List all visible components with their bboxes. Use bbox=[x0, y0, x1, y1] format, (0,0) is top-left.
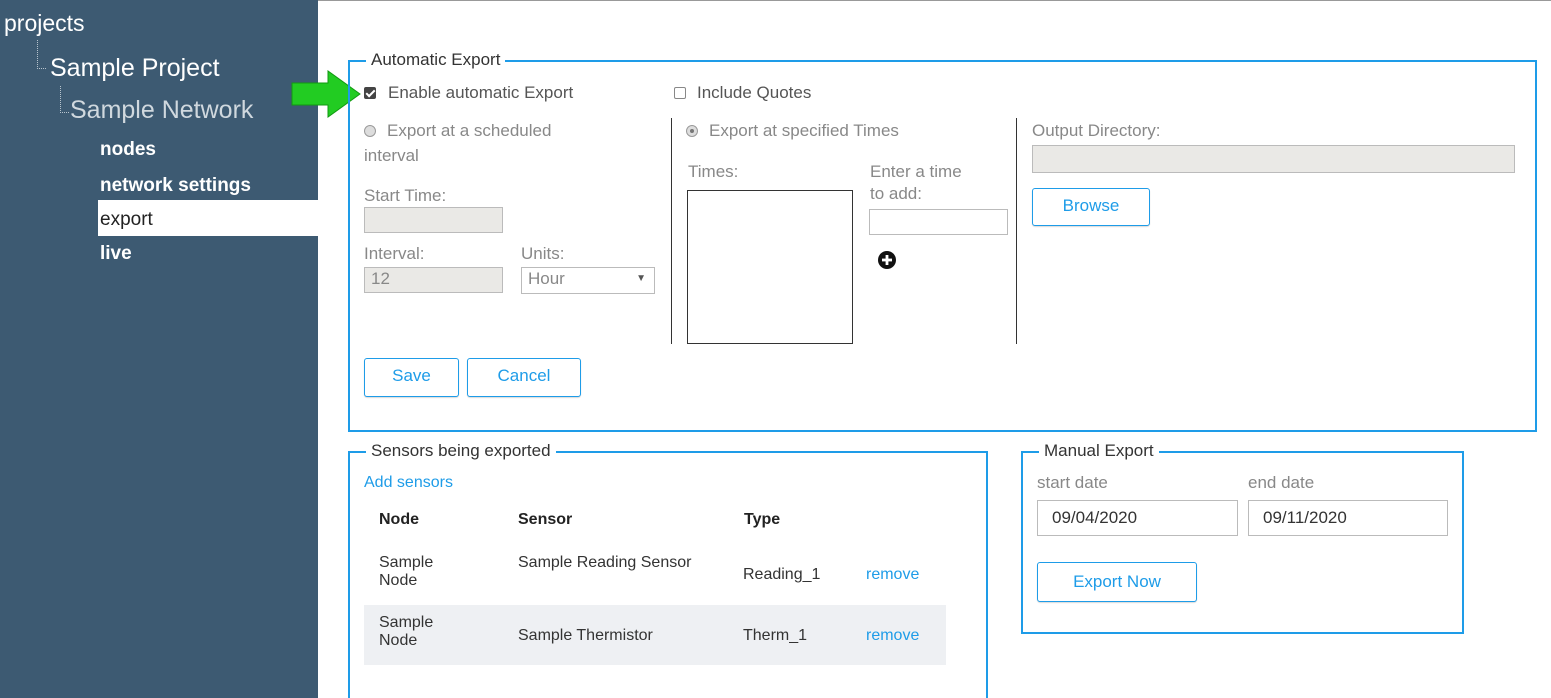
units-value: Hour bbox=[528, 269, 565, 288]
start-time-input[interactable] bbox=[364, 207, 503, 233]
chevron-down-icon: ▼ bbox=[636, 273, 646, 284]
cell-sensor: Sample Thermistor bbox=[518, 627, 653, 644]
remove-link[interactable]: remove bbox=[866, 566, 919, 584]
table-row: Sample Node Sample Thermistor Therm_1 re… bbox=[364, 605, 946, 665]
scheduled-interval-radio[interactable] bbox=[364, 125, 376, 137]
scheduled-interval-label: Export at a scheduled bbox=[387, 121, 552, 140]
remove-link[interactable]: remove bbox=[866, 627, 919, 645]
start-date-input[interactable]: 09/04/2020 bbox=[1037, 500, 1238, 536]
times-label: Times: bbox=[688, 162, 739, 181]
cancel-button[interactable]: Cancel bbox=[467, 358, 581, 397]
end-date-input[interactable]: 09/11/2020 bbox=[1248, 500, 1448, 536]
column-header-sensor: Sensor bbox=[518, 511, 573, 528]
manual-export-legend: Manual Export bbox=[1039, 441, 1159, 461]
tree-connector bbox=[60, 86, 69, 113]
column-header-node: Node bbox=[379, 511, 419, 528]
automatic-export-legend: Automatic Export bbox=[366, 50, 506, 70]
table-row: Sample Node Sample Reading Sensor Readin… bbox=[364, 550, 946, 605]
column-header-type: Type bbox=[744, 511, 781, 528]
scheduled-interval-label-cont: interval bbox=[364, 146, 419, 165]
enter-time-input[interactable] bbox=[869, 209, 1008, 235]
interval-input[interactable]: 12 bbox=[364, 267, 503, 293]
enter-time-label-cont: to add: bbox=[870, 184, 922, 203]
sensors-legend: Sensors being exported bbox=[366, 441, 556, 461]
tree-root-projects[interactable]: projects bbox=[4, 10, 85, 37]
units-select[interactable]: Hour ▼ bbox=[521, 267, 655, 294]
cell-type: Therm_1 bbox=[743, 627, 808, 644]
export-now-button[interactable]: Export Now bbox=[1037, 562, 1197, 602]
add-sensors-link[interactable]: Add sensors bbox=[364, 474, 453, 492]
include-quotes-checkbox[interactable] bbox=[674, 87, 686, 99]
cell-type: Reading_1 bbox=[743, 566, 821, 583]
cell-node: Sample Node bbox=[379, 554, 434, 589]
end-date-label: end date bbox=[1248, 473, 1315, 492]
cell-sensor: Sample Reading Sensor bbox=[518, 554, 692, 571]
include-quotes-label: Include Quotes bbox=[697, 83, 812, 102]
enable-export-label: Enable automatic Export bbox=[388, 83, 574, 102]
plus-circle-icon[interactable] bbox=[877, 250, 897, 270]
sidebar-item-export[interactable]: export bbox=[100, 209, 153, 231]
units-label: Units: bbox=[521, 244, 565, 263]
sidebar-item-live[interactable]: live bbox=[100, 243, 132, 265]
browse-button[interactable]: Browse bbox=[1032, 188, 1150, 226]
specified-times-label: Export at specified Times bbox=[709, 121, 899, 140]
interval-label: Interval: bbox=[364, 244, 425, 263]
cell-node: Sample Node bbox=[379, 614, 434, 649]
enter-time-label: Enter a time bbox=[870, 162, 962, 181]
top-divider bbox=[318, 0, 1551, 1]
sidebar: projects Sample Project Sample Network n… bbox=[0, 0, 318, 698]
start-date-label: start date bbox=[1037, 473, 1108, 492]
output-directory-label: Output Directory: bbox=[1032, 121, 1161, 140]
tree-connector bbox=[37, 40, 46, 69]
start-time-label: Start Time: bbox=[364, 186, 447, 205]
sidebar-item-network-settings[interactable]: network settings bbox=[100, 175, 251, 197]
save-button[interactable]: Save bbox=[364, 358, 459, 397]
tree-item-sample-network[interactable]: Sample Network bbox=[70, 96, 253, 125]
column-divider bbox=[671, 118, 672, 344]
output-directory-input[interactable] bbox=[1032, 145, 1515, 173]
tree-item-sample-project[interactable]: Sample Project bbox=[50, 54, 220, 83]
column-divider bbox=[1016, 118, 1017, 344]
times-list[interactable] bbox=[687, 190, 853, 344]
enable-export-checkbox[interactable] bbox=[364, 87, 376, 99]
specified-times-radio[interactable] bbox=[686, 125, 698, 137]
sidebar-item-nodes[interactable]: nodes bbox=[100, 139, 156, 161]
